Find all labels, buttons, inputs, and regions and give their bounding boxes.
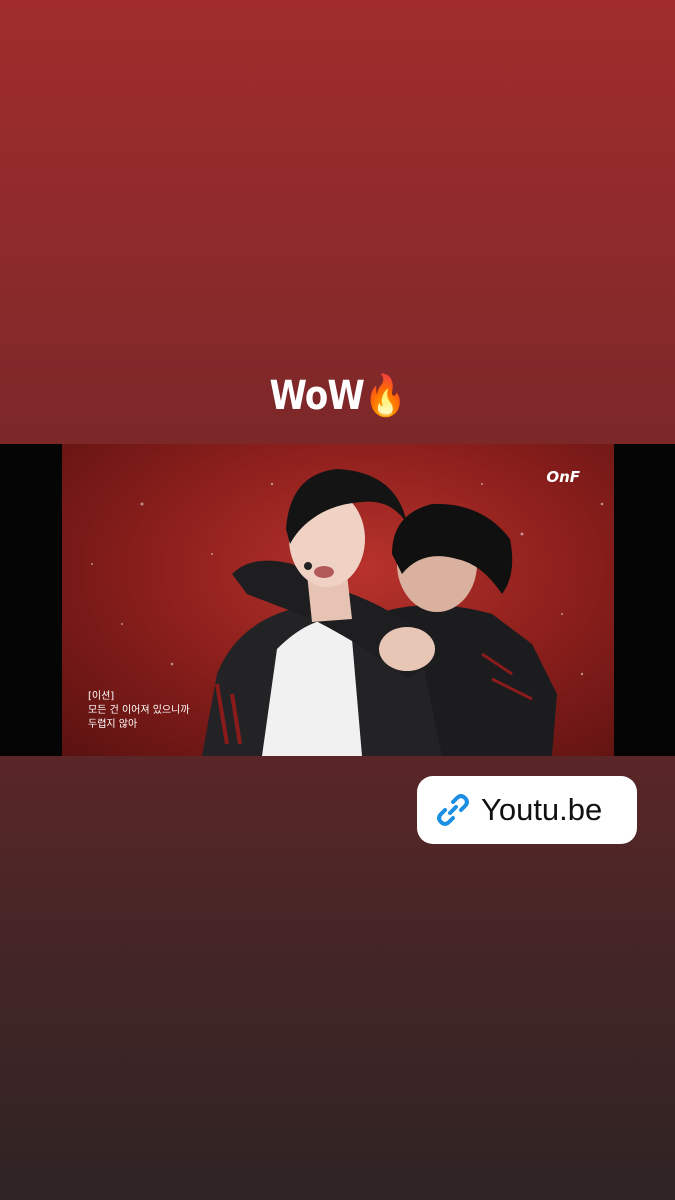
channel-logo: OnF — [546, 468, 580, 486]
link-sticker[interactable]: Youtu.be — [417, 776, 637, 844]
subtitle-line: 두렵지 않아 — [88, 719, 138, 730]
subtitle-line: 모든 건 이어져 있으니까 — [88, 705, 190, 716]
video-frame[interactable]: OnF [이션] 모든 건 이어져 있으니까 두렵지 않아 — [62, 444, 614, 756]
story-caption: WoW🔥 — [269, 373, 406, 419]
video-embed[interactable]: OnF [이션] 모든 건 이어져 있으니까 두렵지 않아 — [0, 444, 675, 756]
link-icon — [433, 790, 473, 830]
video-subtitle: [이션] 모든 건 이어져 있으니까 두렵지 않아 — [88, 690, 190, 732]
subtitle-line: [이션] — [88, 691, 115, 702]
link-label: Youtu.be — [481, 792, 603, 827]
